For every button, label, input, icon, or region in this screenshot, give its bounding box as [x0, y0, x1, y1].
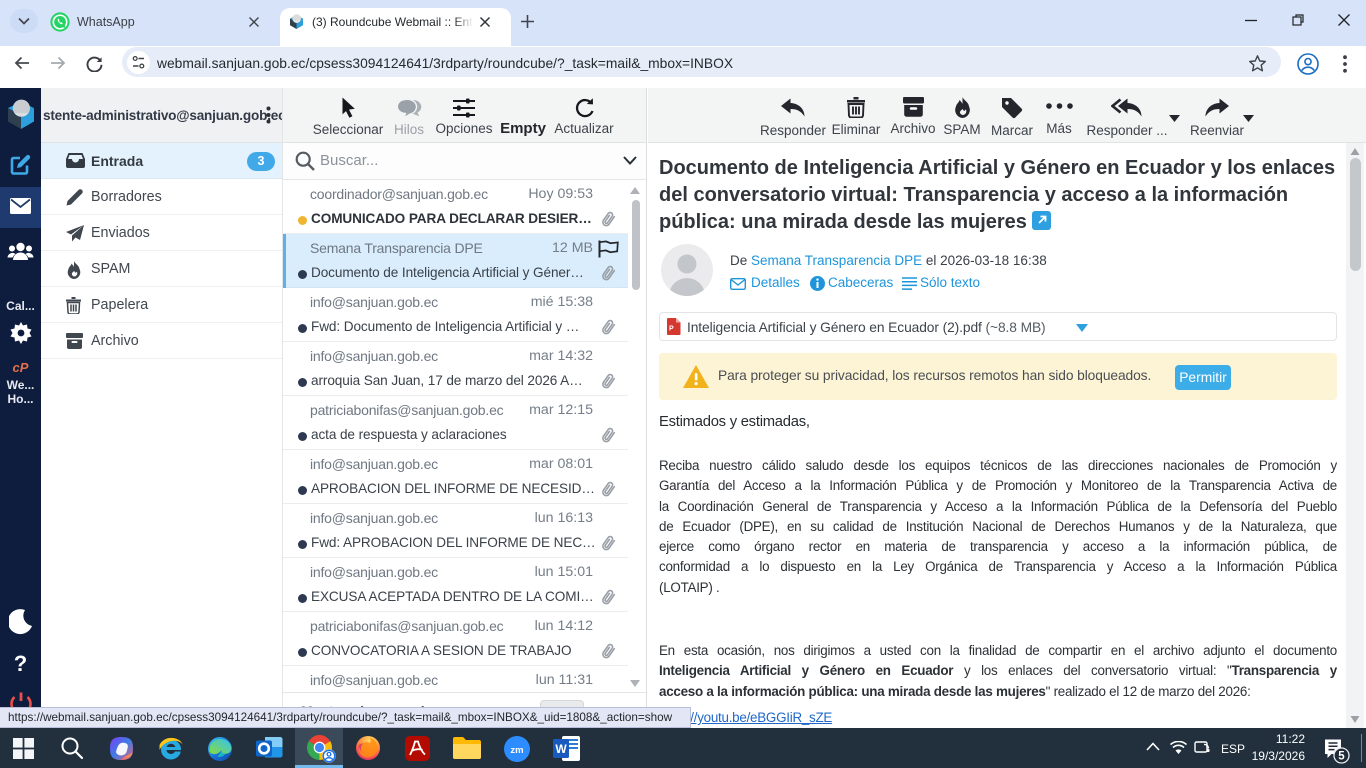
svg-text:P: P [669, 326, 674, 333]
svg-text:zm: zm [510, 745, 523, 756]
svg-text:5: 5 [1338, 751, 1345, 763]
svg-text:W: W [555, 742, 567, 756]
